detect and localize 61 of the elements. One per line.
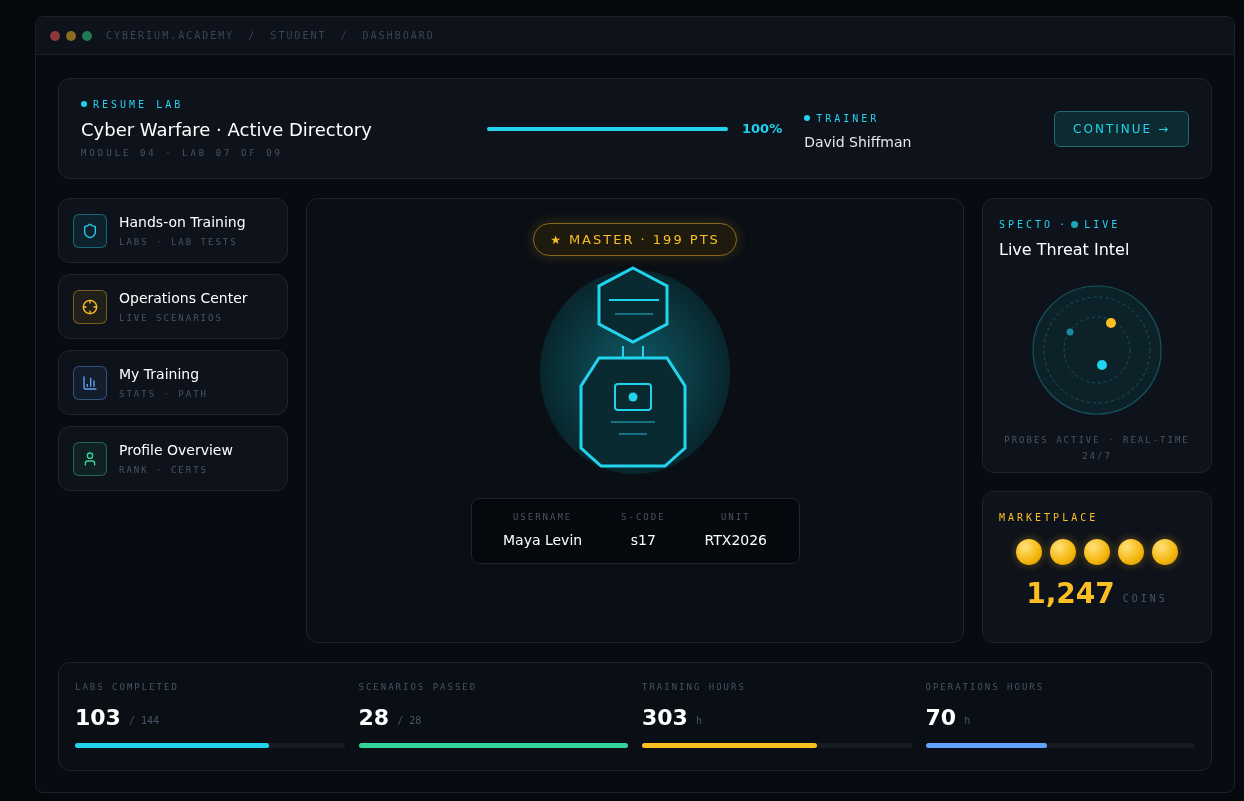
live-label: LIVE [1084,218,1121,232]
stat-label: LABS COMPLETED [75,681,180,694]
rank-text: MASTER · 199 PTS [568,230,720,249]
stat-label: OPERATIONS HOURS [925,681,1046,694]
intel-footer: PROBES ACTIVE · REAL-TIME 24/7 [999,432,1195,464]
shield-icon [82,222,98,239]
field-label: USERNAME [512,510,573,524]
bar-chart-icon [82,374,98,391]
trainer-name: David Shiffman [804,132,912,152]
stat-label: TRAINING HOURS [642,681,747,694]
coin-icon [1152,539,1178,565]
field-label: S-CODE [621,510,666,524]
stat-suffix: h [695,713,702,728]
coin-icon [1050,539,1076,565]
separator-text: · [1059,218,1066,232]
breadcrumb-text: / [248,29,257,43]
nav-title: My Training [119,364,201,384]
field-value: s17 [630,531,656,551]
source-label: SPECTO [999,218,1054,232]
nav-subtitle: STATS · PATH [119,387,209,401]
nav-card[interactable]: Profile Overview RANK · CERTS [58,426,288,491]
stat-suffix: / 144 [128,713,160,728]
stat-value: 70 [925,704,957,731]
coin-amount: 1,247 [1026,579,1115,609]
nav-subtitle: LABS · LAB TESTS [119,235,239,249]
user-icon [82,450,98,467]
trainer-label: TRAINER [816,111,880,126]
continue-button[interactable]: CONTINUE → [1054,110,1189,147]
nav-card[interactable]: Hands-on Training LABS · LAB TESTS [58,198,288,263]
intel-title: Live Threat Intel [999,239,1131,261]
coin-icon [1016,539,1042,565]
nav-card[interactable]: Operations Center LIVE SCENARIOS [58,274,288,339]
stat-value: 303 [642,704,688,731]
field-value: RTX2026 [704,531,768,551]
stat-value: 103 [75,704,121,731]
progress-percent: 100% [742,119,783,138]
eyebrow-label: RESUME LAB [93,97,184,112]
breadcrumb-text: STUDENT [270,29,327,43]
stat-value: 28 [358,704,390,731]
stat-suffix: h [964,713,971,728]
coin-icon [1084,539,1110,565]
nav-subtitle: RANK · CERTS [119,463,210,477]
nav-title: Operations Center [119,288,248,308]
nav-title: Hands-on Training [119,212,246,232]
field-label: UNIT [720,510,751,524]
nav-title: Profile Overview [119,440,233,460]
crosshair-icon [82,298,98,315]
coin-unit: COINS [1122,592,1168,606]
breadcrumb-text: DASHBOARD [362,29,435,43]
nav-subtitle: LIVE SCENARIOS [119,311,224,325]
nav-card[interactable]: My Training STATS · PATH [58,350,288,415]
field-value: Maya Levin [502,531,583,551]
lab-title: Cyber Warfare · Active Directory [81,117,373,142]
stat-suffix: / 28 [397,713,422,728]
breadcrumb-text: CYBERIUM.ACADEMY [106,29,235,43]
stat-label: SCENARIOS PASSED [358,681,479,694]
breadcrumb-text: / [340,29,349,43]
coin-icon [1118,539,1144,565]
lab-subtitle: MODULE 04 · LAB 07 OF 09 [81,146,285,160]
marketplace-label: MARKETPLACE [999,511,1100,525]
star-icon: ★ [550,230,561,249]
